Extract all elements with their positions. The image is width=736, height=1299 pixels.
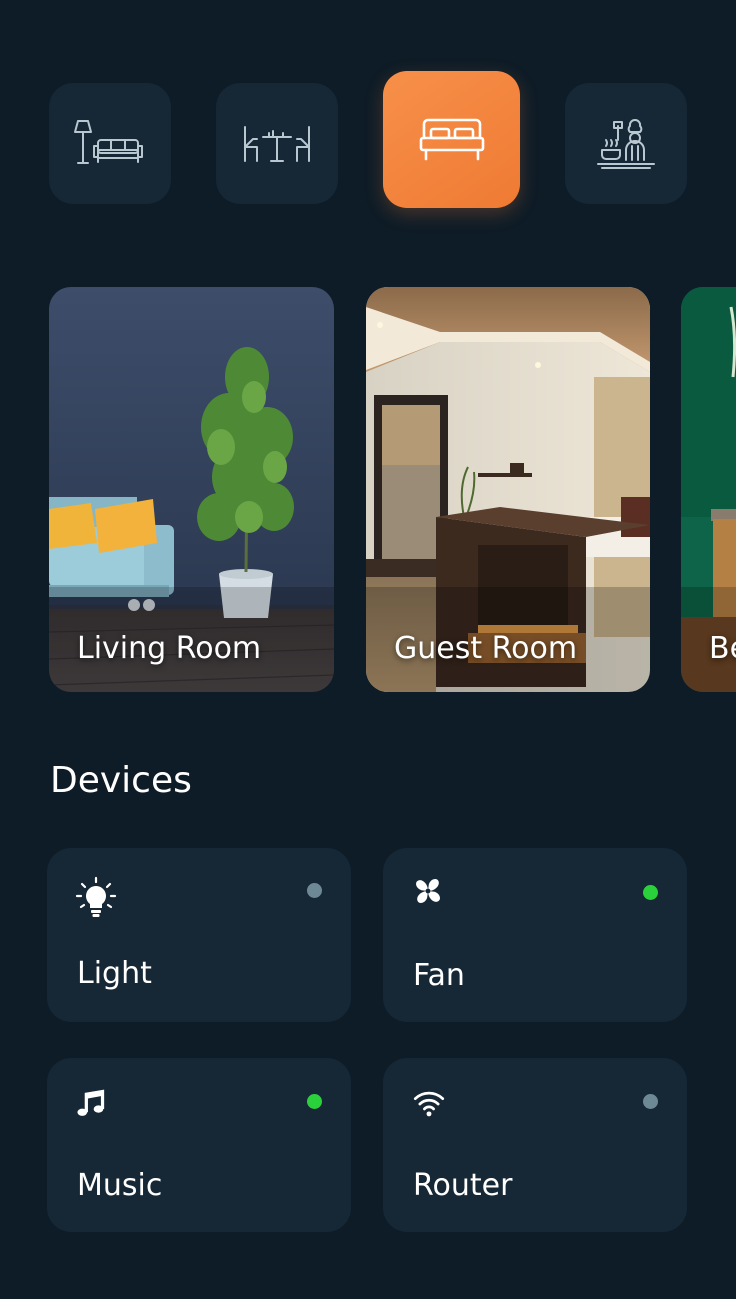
device-label: Fan <box>413 958 465 993</box>
status-indicator-off <box>307 883 322 898</box>
status-indicator-on <box>643 885 658 900</box>
device-card-router[interactable]: Router <box>383 1058 687 1232</box>
lamp-sofa-icon <box>74 119 143 164</box>
room-label: Guest Room <box>394 631 578 666</box>
category-dining-room[interactable] <box>216 83 338 204</box>
device-label: Music <box>77 1168 163 1203</box>
device-card-music[interactable]: Music <box>47 1058 351 1232</box>
category-bedroom[interactable] <box>383 71 520 208</box>
room-label: Living Room <box>77 631 262 666</box>
status-indicator-on <box>307 1094 322 1109</box>
device-card-fan[interactable]: Fan <box>383 848 687 1022</box>
room-card-bedroom[interactable]: Be <box>681 287 736 692</box>
fan-icon <box>416 879 440 903</box>
device-label: Router <box>413 1168 513 1203</box>
room-label: Be <box>709 631 736 666</box>
header-cropped <box>0 0 736 12</box>
device-label: Light <box>77 956 152 991</box>
devices-title: Devices <box>50 760 192 801</box>
wifi-icon <box>413 1091 445 1117</box>
device-card-light[interactable]: Light <box>47 848 351 1022</box>
bed-icon <box>419 118 484 160</box>
category-living-room[interactable] <box>49 83 171 204</box>
chef-icon <box>597 118 655 169</box>
room-card-living-room[interactable]: Living Room <box>49 287 334 692</box>
status-indicator-off <box>643 1094 658 1109</box>
category-kitchen[interactable] <box>565 83 687 204</box>
dining-table-icon <box>244 125 310 162</box>
lightbulb-icon <box>75 876 117 917</box>
room-card-guest-room[interactable]: Guest Room <box>366 287 650 692</box>
music-note-icon <box>77 1089 105 1116</box>
